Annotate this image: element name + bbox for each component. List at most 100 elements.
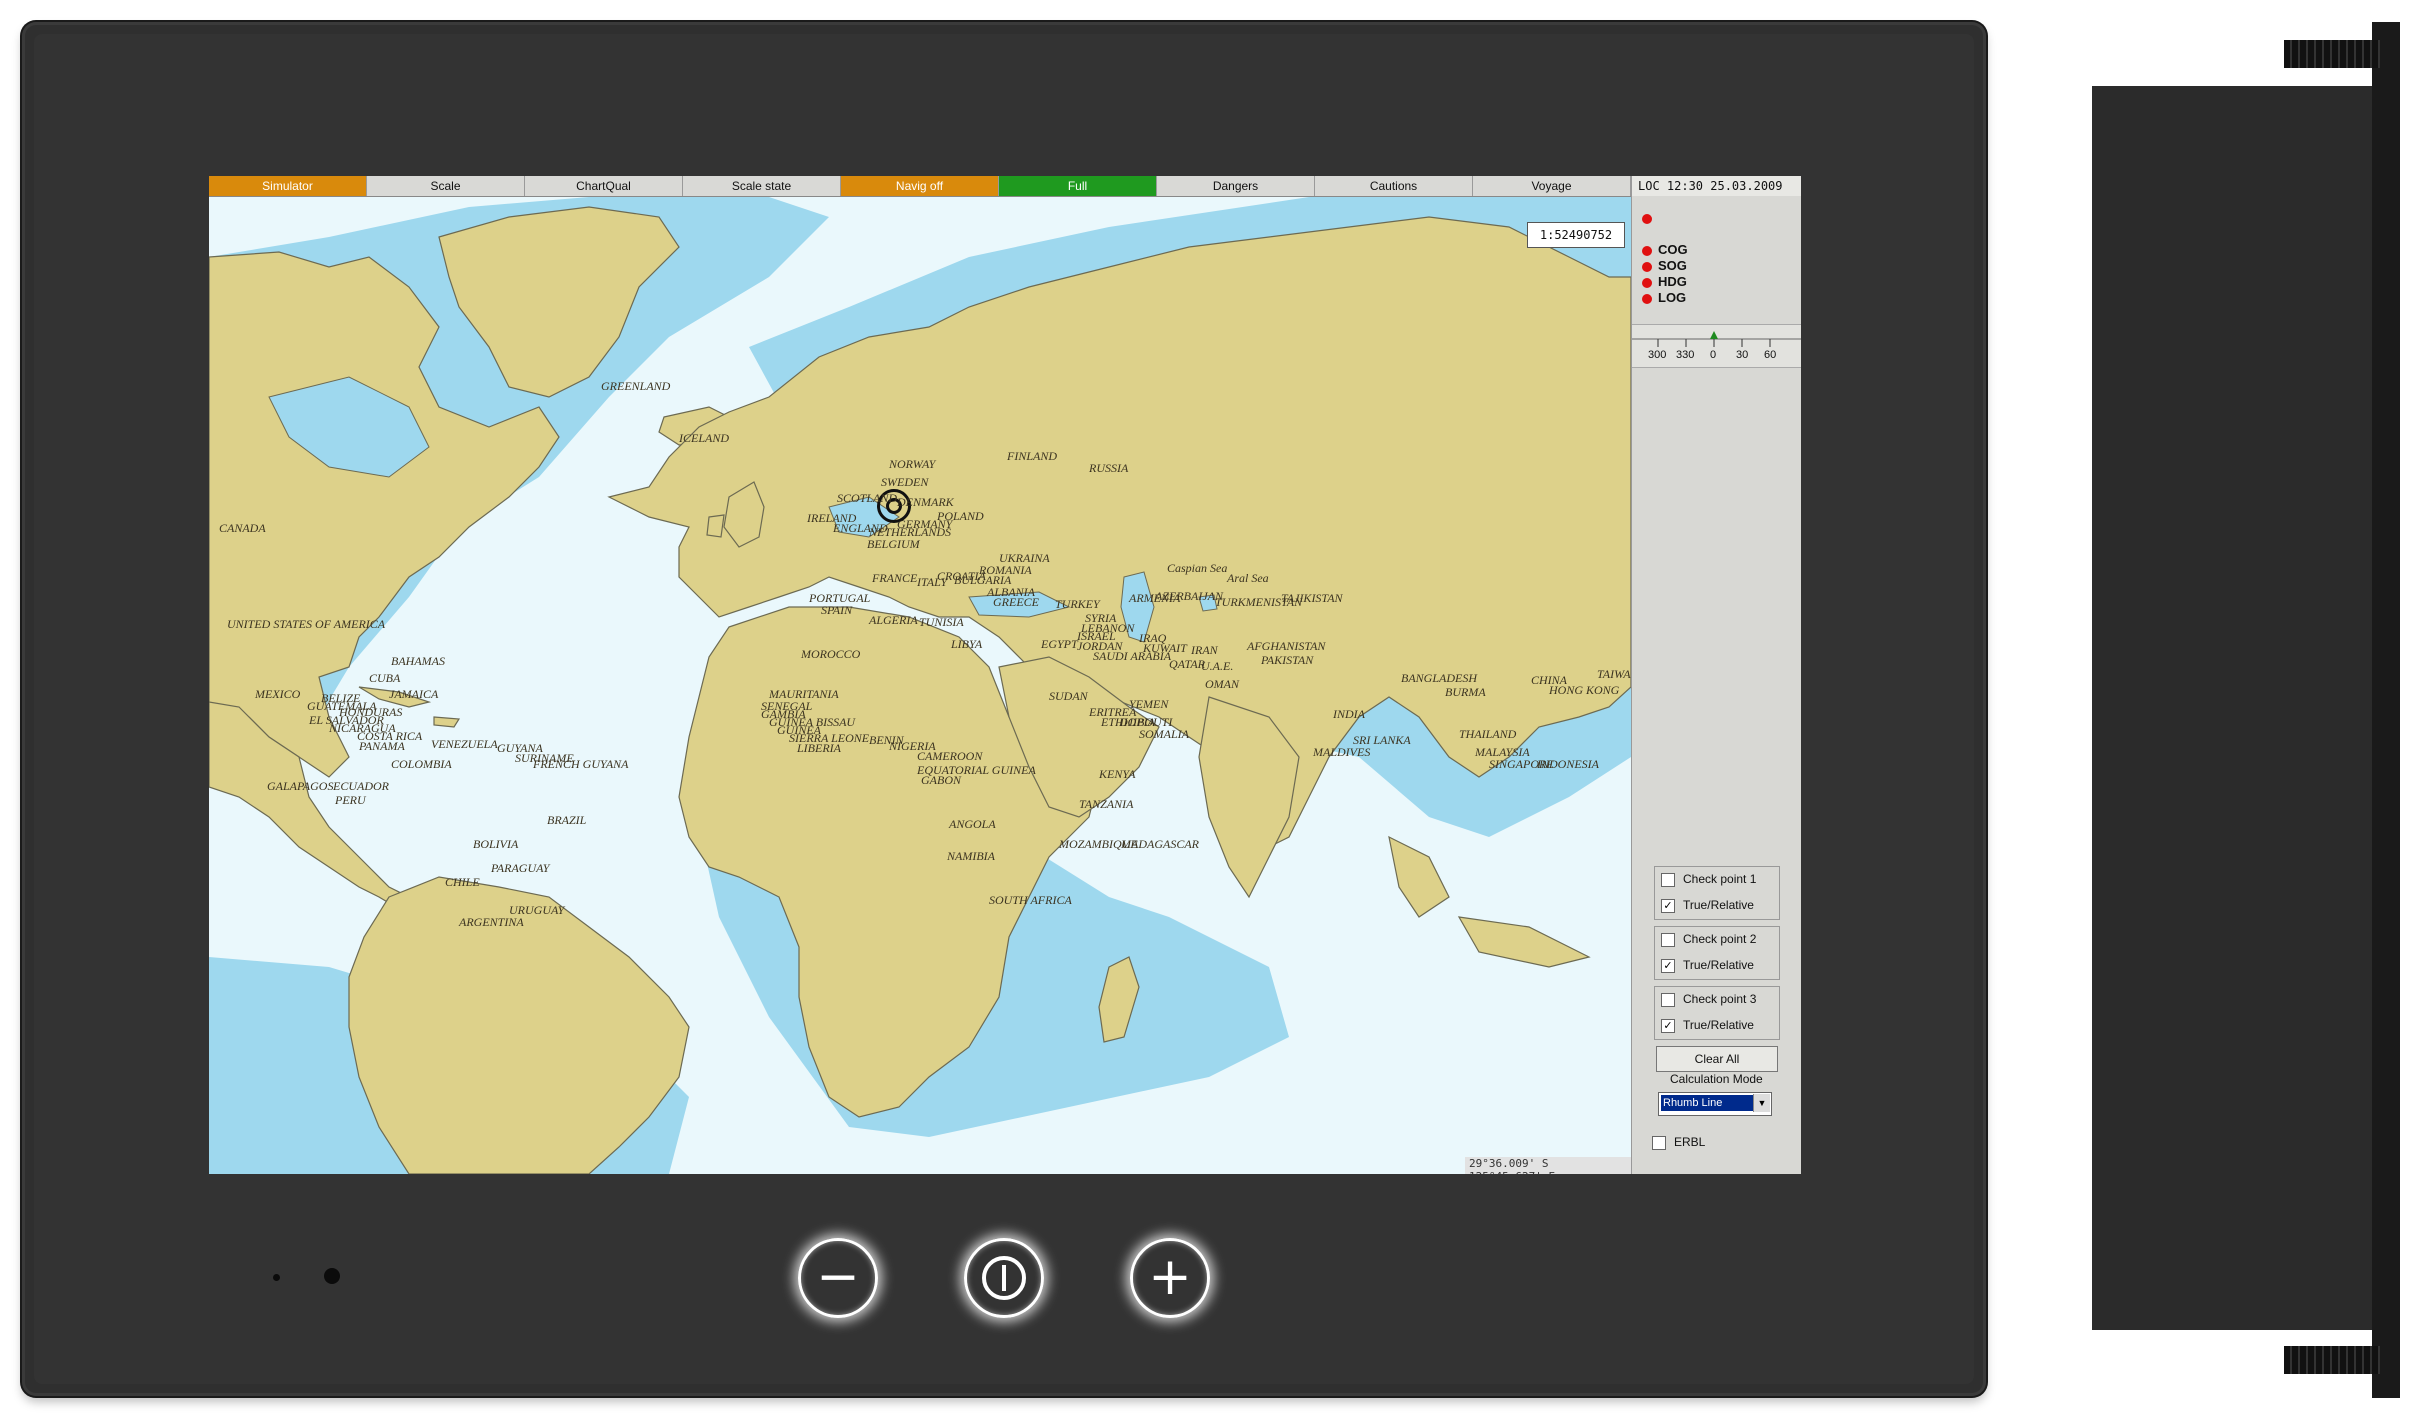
map-label: NAMIBIA — [947, 849, 995, 863]
compass-tick: 60 — [1764, 349, 1777, 361]
map-label: TANZANIA — [1079, 797, 1134, 811]
map-label: ECUADOR — [333, 779, 389, 793]
map-label: CANADA — [219, 521, 266, 535]
plus-icon: + — [1148, 1247, 1192, 1307]
map-label: INDONESIA — [1537, 757, 1599, 771]
map-label: BRAZIL — [547, 813, 587, 827]
status-bar: Simulator Scale ChartQual Scale state Na… — [209, 176, 1631, 197]
calculation-mode-select[interactable]: Rhumb Line ▼ — [1658, 1092, 1772, 1116]
map-label: PARAGUAY — [491, 861, 550, 875]
map-label: BANGLADESH — [1401, 671, 1477, 685]
map-label: SPAIN — [821, 603, 853, 617]
map-label: BAHAMAS — [391, 654, 445, 668]
checkpoint-3-checkbox[interactable] — [1661, 993, 1675, 1007]
map-label: VENEZUELA — [431, 737, 498, 751]
checkpoint-2-mode-checkbox[interactable]: ✓ — [1661, 959, 1675, 973]
map-label: ALGERIA — [869, 613, 918, 627]
tab-navig-off[interactable]: Navig off — [841, 176, 999, 196]
map-label: AZERBAIJAN — [1155, 589, 1223, 603]
map-label: KENYA — [1099, 767, 1136, 781]
checkpoint-1-mode-label: True/Relative — [1683, 898, 1754, 912]
nautical-chart[interactable]: 1:52490752 GREENLAND ICELAND CANADA UNIT… — [209, 197, 1639, 1174]
map-label: QATAR — [1169, 657, 1205, 671]
tab-simulator[interactable]: Simulator — [209, 176, 367, 196]
minus-icon: − — [816, 1247, 860, 1307]
map-label: Aral Sea — [1227, 571, 1269, 585]
map-label: CAMEROON — [917, 749, 983, 763]
power-button[interactable] — [964, 1238, 1044, 1318]
map-label: SWEDEN — [881, 475, 929, 489]
map-label: PANAMA — [359, 739, 405, 753]
checkpoint-2-label: Check point 2 — [1683, 932, 1757, 946]
checkpoint-1-label: Check point 1 — [1683, 872, 1757, 886]
calculation-mode-value: Rhumb Line — [1661, 1095, 1753, 1111]
map-label: TUNISIA — [919, 615, 964, 629]
map-label: ANGOLA — [949, 817, 996, 831]
cog-indicator: COG — [1658, 242, 1688, 257]
map-label: PAKISTAN — [1261, 653, 1314, 667]
map-label: OMAN — [1205, 677, 1239, 691]
tab-scale[interactable]: Scale — [367, 176, 525, 196]
map-label: BELGIUM — [867, 537, 920, 551]
heading-marker-icon — [1710, 331, 1718, 339]
brightness-down-button[interactable]: − — [798, 1238, 878, 1318]
map-label: LIBYA — [951, 637, 983, 651]
checkpoint-3-mode-checkbox[interactable]: ✓ — [1661, 1019, 1675, 1033]
cog-led — [1642, 246, 1652, 256]
light-sensor — [273, 1274, 280, 1281]
compass-tick: 0 — [1710, 349, 1717, 361]
brightness-up-button[interactable]: + — [1130, 1238, 1210, 1318]
tab-cautions[interactable]: Cautions — [1315, 176, 1473, 196]
chart-scale-display: 1:52490752 — [1527, 222, 1625, 248]
map-label: DENMARK — [897, 495, 954, 509]
local-time-display: LOC 12:30 25.03.2009 — [1632, 176, 1801, 196]
checkpoint-group-3: Check point 3 ✓ True/Relative — [1654, 986, 1780, 1040]
clear-all-button[interactable]: Clear All — [1656, 1046, 1778, 1072]
map-label: SOUTH AFRICA — [989, 893, 1072, 907]
map-label: HONG KONG — [1549, 683, 1620, 697]
map-label: MALDIVES — [1313, 745, 1371, 759]
chevron-down-icon[interactable]: ▼ — [1753, 1094, 1770, 1112]
heading-scale: 300 330 0 30 60 — [1632, 324, 1801, 368]
map-label: SOMALIA — [1139, 727, 1189, 741]
map-label: GREECE — [993, 595, 1039, 609]
map-label: SCOTLAND — [837, 491, 898, 505]
map-label: ARGENTINA — [459, 915, 524, 929]
map-label: GALAPAGOS — [267, 779, 334, 793]
map-label: GABON — [921, 773, 961, 787]
erbl-label: ERBL — [1674, 1135, 1706, 1149]
checkpoint-1-checkbox[interactable] — [1661, 873, 1675, 887]
tab-dangers[interactable]: Dangers — [1157, 176, 1315, 196]
tab-full[interactable]: Full — [999, 176, 1157, 196]
checkpoint-1-mode-checkbox[interactable]: ✓ — [1661, 899, 1675, 913]
sidebar-panel: LOC 12:30 25.03.2009 COG SOG HDG LOG 300… — [1631, 176, 1801, 1174]
tab-chartqual[interactable]: ChartQual — [525, 176, 683, 196]
erbl-checkbox[interactable] — [1652, 1136, 1666, 1150]
hdg-led — [1642, 278, 1652, 288]
mounting-clip-top — [2284, 40, 2380, 68]
checkpoint-2-mode-label: True/Relative — [1683, 958, 1754, 972]
checkpoint-group-1: Check point 1 ✓ True/Relative — [1654, 866, 1780, 920]
map-label: GREENLAND — [601, 379, 671, 393]
map-label: SUDAN — [1049, 689, 1088, 703]
map-label: FRENCH GUYANA — [533, 757, 629, 771]
checkpoint-2-checkbox[interactable] — [1661, 933, 1675, 947]
compass-tick: 30 — [1736, 349, 1749, 361]
cursor-position-readout: 29°36.009' S 125°45.627' E — [1465, 1157, 1631, 1174]
map-label: NORWAY — [889, 457, 936, 471]
map-label: INDIA — [1333, 707, 1365, 721]
sog-led — [1642, 262, 1652, 272]
map-label: CHILE — [445, 875, 480, 889]
tab-scale-state[interactable]: Scale state — [683, 176, 841, 196]
compass-tick: 330 — [1676, 349, 1695, 361]
ir-sensor — [324, 1268, 340, 1284]
monitor-side-edge — [2372, 22, 2400, 1398]
tab-voyage[interactable]: Voyage — [1473, 176, 1631, 196]
calculation-mode-label: Calculation Mode — [1670, 1072, 1763, 1086]
log-led — [1642, 294, 1652, 304]
map-label: UNITED STATES OF AMERICA — [227, 617, 386, 631]
map-label: IRAN — [1191, 643, 1218, 657]
map-label: TURKEY — [1055, 597, 1100, 611]
map-label: AFGHANISTAN — [1247, 639, 1326, 653]
map-label: MOROCCO — [801, 647, 861, 661]
